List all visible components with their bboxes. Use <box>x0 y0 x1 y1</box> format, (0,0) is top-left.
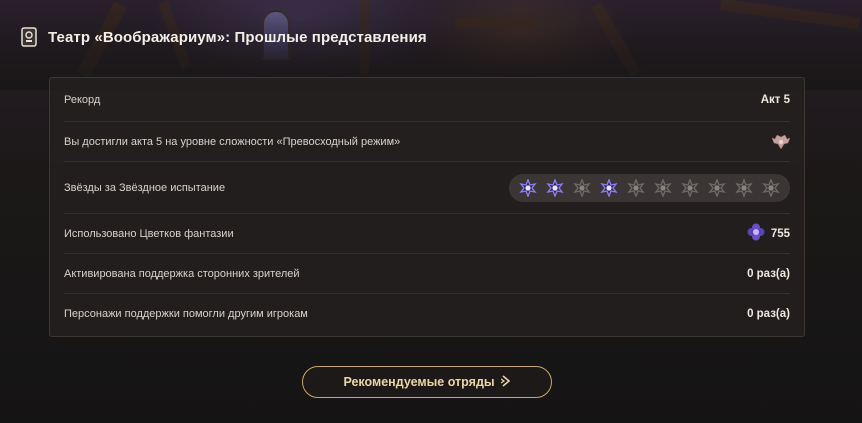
record-value: Акт 5 <box>760 93 790 106</box>
stat-row-support-helped: Персонажи поддержки помогли другим игрок… <box>64 294 790 334</box>
star-empty-icon <box>708 178 726 197</box>
stat-row-support-activated: Активирована поддержка сторонних зрителе… <box>64 254 790 294</box>
stat-row-flowers: Использовано Цветков фантазии 755 <box>64 214 790 254</box>
page-header: Театр «Воображариум»: Прошлые представле… <box>20 27 427 47</box>
support-helped-value: 0 раз(а) <box>747 308 790 320</box>
recommended-teams-label: Рекомендуемые отряды <box>343 375 495 389</box>
recommended-teams-button[interactable]: Рекомендуемые отряды <box>302 366 552 398</box>
flowers-value: 755 <box>770 227 790 240</box>
support-activated-label: Активирована поддержка сторонних зрителе… <box>64 267 300 280</box>
flowers-label: Использовано Цветков фантазии <box>64 227 234 240</box>
star-empty-icon <box>627 178 645 197</box>
fantasia-flower-icon <box>747 223 765 244</box>
star-empty-icon <box>681 178 699 197</box>
record-label: Рекорд <box>64 93 101 106</box>
support-activated-value: 0 раз(а) <box>747 267 790 280</box>
stat-row-record: Рекорд Акт 5 <box>64 78 790 122</box>
theater-ticket-icon <box>20 27 38 47</box>
arrow-right-icon <box>500 374 511 390</box>
stats-panel: Рекорд Акт 5 Вы достигли акта 5 на уровн… <box>49 77 805 337</box>
stars-label: Звёзды за Звёздное испытание <box>64 181 226 194</box>
star-earned-icon <box>546 178 564 197</box>
star-earned-icon <box>519 178 537 197</box>
difficulty-label: Вы достигли акта 5 на уровне сложности «… <box>64 135 401 148</box>
visionary-mode-emblem-icon <box>772 134 790 149</box>
stat-row-stars: Звёзды за Звёздное испытание <box>64 162 790 214</box>
star-empty-icon <box>654 178 672 197</box>
star-empty-icon <box>573 178 591 197</box>
stat-row-difficulty: Вы достигли акта 5 на уровне сложности «… <box>64 122 790 162</box>
stars-track <box>509 173 790 202</box>
flowers-value-group: 755 <box>747 223 790 244</box>
star-earned-icon <box>600 178 618 197</box>
page-title: Театр «Воображариум»: Прошлые представле… <box>48 28 427 46</box>
star-empty-icon <box>762 178 780 197</box>
star-empty-icon <box>735 178 753 197</box>
support-helped-label: Персонажи поддержки помогли другим игрок… <box>64 308 308 320</box>
